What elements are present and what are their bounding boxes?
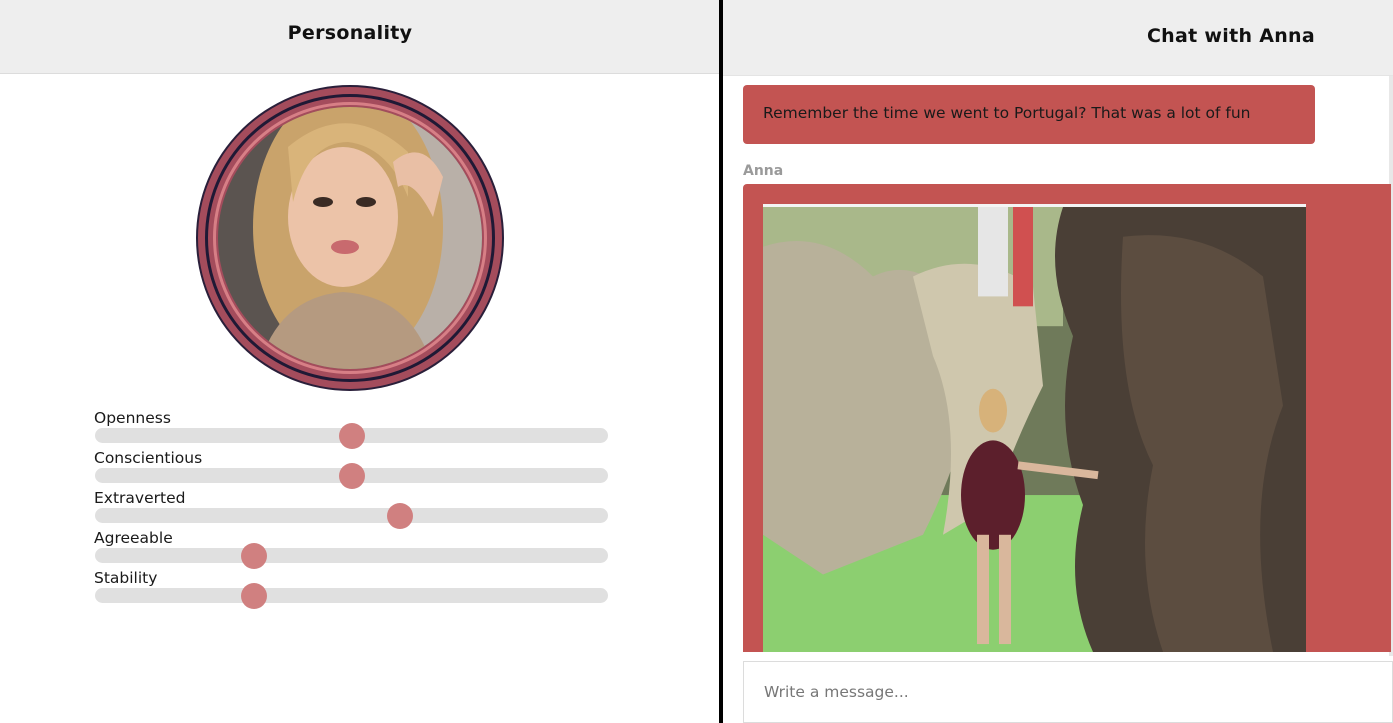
trait-slider-track[interactable] <box>95 508 608 523</box>
trait-slider-track[interactable] <box>95 588 608 603</box>
shared-photo[interactable] <box>763 204 1306 652</box>
message-composer <box>743 661 1393 723</box>
trait-slider-track[interactable] <box>95 548 608 563</box>
trait-slider-thumb[interactable] <box>241 543 268 569</box>
trait-openness: Openness <box>94 409 608 449</box>
trait-label: Stability <box>94 569 158 587</box>
chat-panel: Chat with Anna Remember the time we went… <box>723 0 1393 723</box>
trait-slider-thumb[interactable] <box>387 503 414 529</box>
message-text: Remember the time we went to Portugal? T… <box>763 104 1251 122</box>
message-input[interactable] <box>744 662 1392 722</box>
trait-conscientious: Conscientious <box>94 449 608 489</box>
trait-label: Agreeable <box>94 529 173 547</box>
chat-message-user: Remember the time we went to Portugal? T… <box>743 85 1315 144</box>
trait-label: Extraverted <box>94 489 186 507</box>
personality-title: Personality <box>287 22 413 44</box>
chat-message-photo <box>743 184 1391 652</box>
trait-slider-thumb[interactable] <box>338 463 365 489</box>
personality-panel: Personality Openness Conscientious Extra… <box>0 0 719 723</box>
chat-header: Chat with Anna <box>723 0 1393 76</box>
trait-stability: Stability <box>94 569 608 609</box>
trait-slider-thumb[interactable] <box>338 423 365 449</box>
avatar-photo <box>218 107 482 369</box>
trait-extraverted: Extraverted <box>94 489 608 529</box>
message-sender-name: Anna <box>743 163 784 179</box>
trait-slider-thumb[interactable] <box>241 583 268 609</box>
trait-label: Openness <box>94 409 171 427</box>
personality-header: Personality <box>0 0 719 74</box>
avatar <box>196 85 504 391</box>
chat-title: Chat with Anna <box>1146 25 1315 47</box>
trait-label: Conscientious <box>94 449 203 467</box>
trait-agreeable: Agreeable <box>94 529 608 569</box>
